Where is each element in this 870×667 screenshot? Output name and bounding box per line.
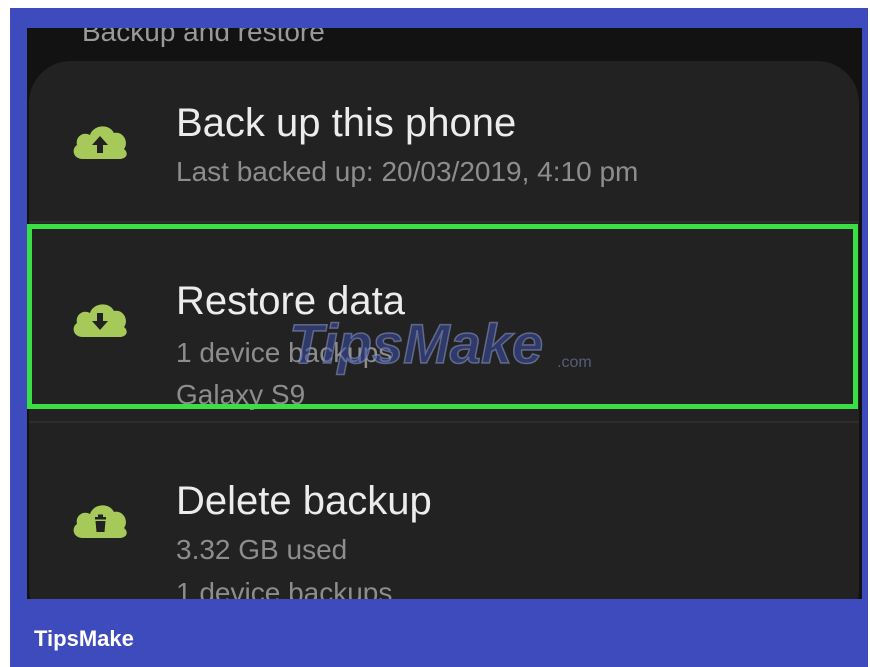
item-subtitle: 1 device backups [176,577,393,599]
cloud-upload-icon [73,126,127,159]
cloud-trash-icon [73,505,127,538]
item-subtitle-size: 3.32 GB used [176,534,348,565]
backup-phone-item[interactable]: Back up this phone Last backed up: 20/03… [29,61,859,221]
section-title: Backup and restore [82,28,325,47]
delete-backup-item[interactable]: Delete backup 3.32 GB used 1 device back… [29,421,859,599]
item-subtitle: Last backed up: 20/03/2019, 4:10 pm [176,156,639,187]
phone-screen: Backup and restore Back up this phone La… [27,28,862,599]
brand-label: TipsMake [34,626,134,651]
item-title: Delete backup [176,479,432,523]
highlight-box [27,224,858,409]
item-title: Back up this phone [176,101,517,145]
